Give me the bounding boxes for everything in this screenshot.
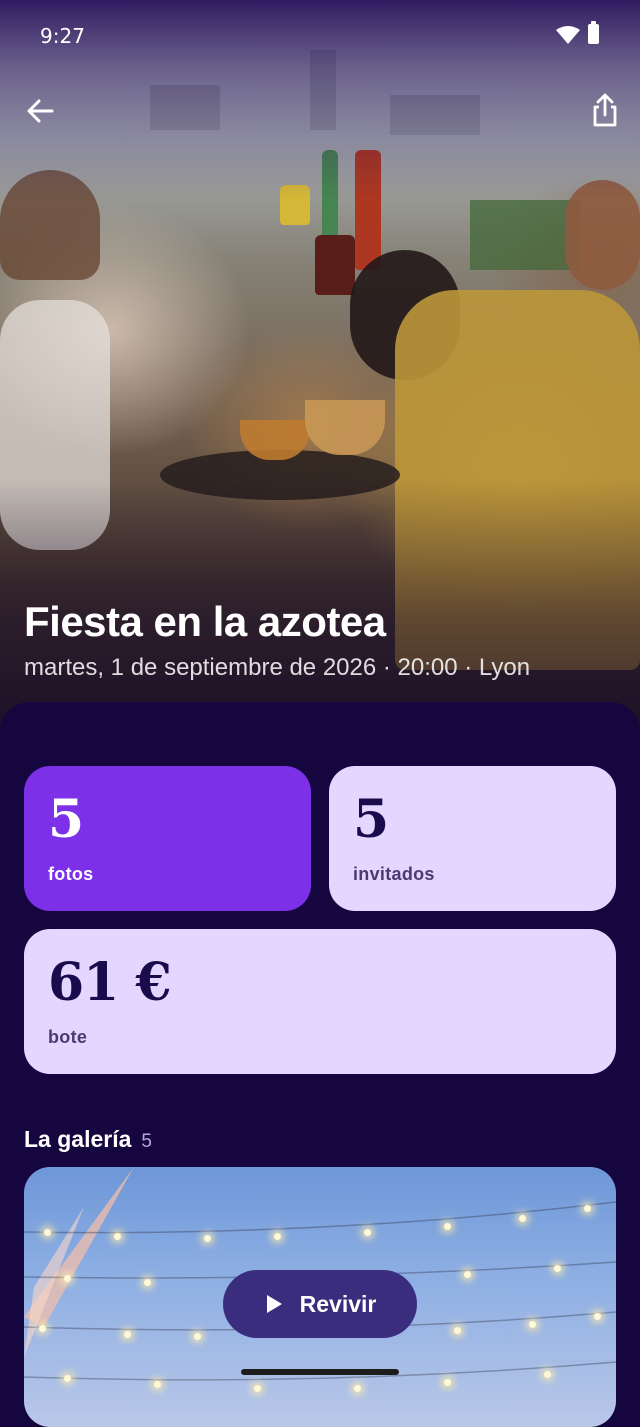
light-bulb [154,1381,161,1388]
light-bulb [64,1275,71,1282]
light-bulb [454,1327,461,1334]
snack-bowl [240,420,310,460]
light-bulb [444,1223,451,1230]
snack-bowl [305,400,385,455]
background-building [390,95,480,135]
light-bulb [444,1379,451,1386]
status-time: 9:27 [40,24,85,48]
photos-count: 5 [48,789,84,850]
bottle [280,185,310,225]
light-bulb [64,1375,71,1382]
gallery-title: La galería [24,1126,132,1152]
light-bulb [124,1331,131,1338]
light-bulb [554,1265,561,1272]
gallery-count: 5 [141,1131,152,1152]
guests-stat-card[interactable]: 5 invitados [329,766,616,911]
person-right [565,180,640,290]
person-yellow-shirt [395,290,640,670]
pot-amount: 61 € [48,952,172,1013]
event-details-sheet: 5 fotos 5 invitados 61 € bote La galería… [0,702,640,1427]
event-title: Fiesta en la azotea [24,598,386,645]
light-bulb [529,1321,536,1328]
light-bulb [144,1279,151,1286]
light-bulb [584,1205,591,1212]
gallery-header: La galería 5 [24,1126,152,1153]
status-bar: 9:27 [0,0,640,70]
relive-label: Revivir [299,1290,377,1317]
bottle [355,150,381,270]
light-bulb [204,1235,211,1242]
light-bulb [594,1313,601,1320]
gallery-preview[interactable]: Revivir [24,1167,616,1427]
event-subtitle: martes, 1 de septiembre de 2026 · 20:00 … [24,654,531,681]
relive-button[interactable]: Revivir [223,1270,417,1338]
home-indicator[interactable] [241,1369,399,1375]
table [160,450,400,500]
light-bulb [44,1229,51,1236]
light-bulb [274,1233,281,1240]
wifi-icon [556,26,580,44]
photos-stat-card[interactable]: 5 fotos [24,766,311,911]
play-icon [266,1295,282,1313]
light-bulb [464,1271,471,1278]
background-building [150,85,220,130]
guests-label: invitados [353,864,435,884]
person-head [350,250,460,380]
arrow-left-icon [27,99,54,123]
light-bulb [544,1371,551,1378]
person-hat [0,170,100,280]
share-button[interactable] [582,88,628,134]
bottle [322,150,338,260]
light-bulb [114,1233,121,1240]
person-white-shirt [0,300,110,550]
battery-icon [588,21,599,44]
pot-label: bote [48,1027,88,1047]
background-trees [470,200,580,270]
light-bulb [194,1333,201,1340]
bottle [315,235,355,295]
photos-label: fotos [48,864,94,884]
light-bulb [364,1229,371,1236]
pot-stat-card[interactable]: 61 € bote [24,929,616,1074]
light-bulb [39,1325,46,1332]
guests-count: 5 [353,789,389,850]
share-icon [593,93,617,127]
light-bulb [519,1215,526,1222]
back-button[interactable] [18,88,64,134]
